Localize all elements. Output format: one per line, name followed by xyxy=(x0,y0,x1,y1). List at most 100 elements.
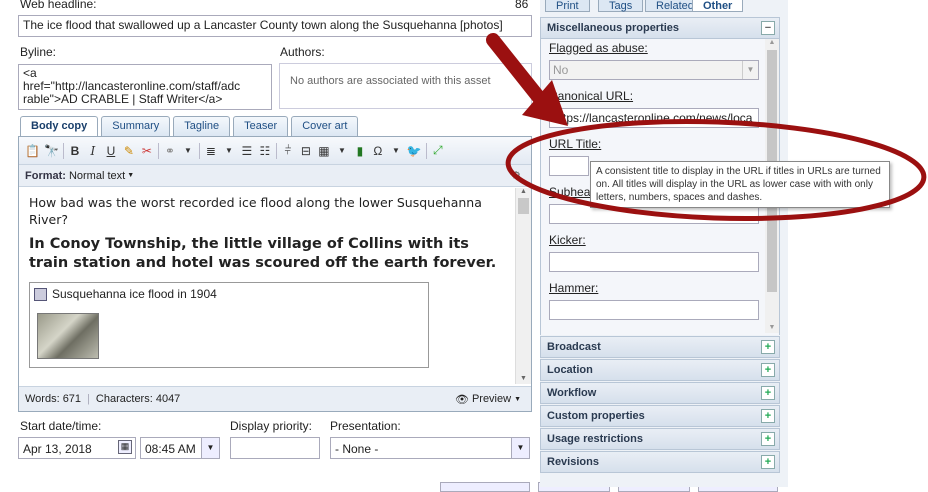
editor-content[interactable]: How bad was the worst recorded ice flood… xyxy=(19,188,515,384)
hammer-input[interactable] xyxy=(549,300,759,320)
body-paragraph: How bad was the worst recorded ice flood… xyxy=(29,195,482,227)
canonical-url-label: Canonical URL: xyxy=(549,89,634,103)
eye-icon: 👁 xyxy=(454,393,469,406)
bullet-list-icon[interactable]: ☷ xyxy=(258,144,272,158)
section-custom-properties[interactable]: Custom properties + xyxy=(540,405,780,427)
scroll-up-icon[interactable]: ▲ xyxy=(516,188,531,195)
format-label: Format: xyxy=(25,169,66,182)
find-icon[interactable]: 🔭 xyxy=(44,144,59,158)
chevron-down-icon[interactable]: ▼ xyxy=(127,172,134,179)
tab-teaser[interactable]: Teaser xyxy=(233,116,289,136)
special-char-icon[interactable]: Ω xyxy=(371,144,385,158)
expand-icon[interactable]: + xyxy=(761,432,775,446)
expand-icon[interactable]: + xyxy=(761,386,775,400)
web-headline-input[interactable]: The ice flood that swallowed up a Lancas… xyxy=(18,15,532,37)
strikethrough-icon[interactable]: ⫩ xyxy=(281,143,295,158)
italic-icon[interactable]: I xyxy=(86,144,100,158)
scroll-thumb[interactable] xyxy=(518,198,529,214)
bold-icon[interactable]: B xyxy=(68,144,82,158)
hammer-label: Hammer: xyxy=(549,281,599,295)
tab-other[interactable]: Other xyxy=(692,0,744,12)
tab-summary[interactable]: Summary xyxy=(101,116,171,136)
paste-icon[interactable]: 📋 xyxy=(25,144,40,158)
editor-toolbar: 📋 🔭 B I U ✎ ✂ ⚭ ▼ ≣ ▼ ☰ ☷ ⫩ ⊟ ▦ ▼ ▮ Ω ▼ … xyxy=(19,137,531,165)
byline-textarea[interactable]: <a href="http://lancasteronline.com/staf… xyxy=(18,64,272,110)
chevron-down-icon[interactable]: ▼ xyxy=(335,146,349,155)
scroll-up-icon[interactable]: ▲ xyxy=(765,39,779,46)
expand-icon[interactable]: + xyxy=(761,409,775,423)
tab-body-copy[interactable]: Body copy xyxy=(20,116,99,136)
spellcheck-icon[interactable]: ✎ xyxy=(122,144,136,158)
scroll-down-icon[interactable]: ▼ xyxy=(765,324,779,331)
embedded-image-asset[interactable]: Susquehanna ice flood in 1904 xyxy=(29,282,429,368)
link-icon[interactable]: ⚭ xyxy=(163,144,177,158)
numbered-list-icon[interactable]: ☰ xyxy=(240,144,254,158)
collapse-icon[interactable]: − xyxy=(761,21,775,35)
section-location[interactable]: Location + xyxy=(540,359,780,381)
media-icon[interactable]: ▮ xyxy=(353,144,367,158)
flagged-abuse-label: Flagged as abuse: xyxy=(549,41,648,55)
presentation-select[interactable]: - None - ▼ xyxy=(330,437,530,459)
section-usage-restrictions[interactable]: Usage restrictions + xyxy=(540,428,780,450)
section-location-label: Location xyxy=(547,364,593,376)
chevron-down-icon[interactable]: ▼ xyxy=(742,61,758,79)
section-broadcast-label: Broadcast xyxy=(547,341,601,353)
expand-icon[interactable]: + xyxy=(761,363,775,377)
maximize-icon[interactable]: ⤢ xyxy=(431,143,445,158)
format-dropdown[interactable]: Normal text xyxy=(69,170,125,182)
section-custom-properties-label: Custom properties xyxy=(547,410,645,422)
format-bar: Format: Normal text ▼ ⚙ xyxy=(19,165,531,187)
calendar-icon[interactable]: ▦ xyxy=(118,440,132,454)
tab-print[interactable]: Print xyxy=(545,0,590,12)
start-time-select[interactable]: 08:45 AM ▼ xyxy=(140,437,220,459)
tab-tagline[interactable]: Tagline xyxy=(173,116,231,136)
expand-icon[interactable]: + xyxy=(761,455,775,469)
preview-label: Preview xyxy=(471,393,512,405)
misc-properties-header[interactable]: Miscellaneous properties − xyxy=(540,17,780,39)
display-priority-label: Display priority: xyxy=(230,419,313,433)
chevron-down-icon[interactable]: ▼ xyxy=(389,146,403,155)
rich-text-editor: 📋 🔭 B I U ✎ ✂ ⚭ ▼ ≣ ▼ ☰ ☷ ⫩ ⊟ ▦ ▼ ▮ Ω ▼ … xyxy=(18,136,532,412)
presentation-value: - None - xyxy=(335,442,379,456)
scroll-down-icon[interactable]: ▼ xyxy=(516,375,531,382)
kicker-input[interactable] xyxy=(549,252,759,272)
expand-icon[interactable]: + xyxy=(761,340,775,354)
authors-label: Authors: xyxy=(280,45,325,59)
flagged-abuse-select[interactable]: No ▼ xyxy=(549,60,759,80)
section-usage-restrictions-label: Usage restrictions xyxy=(547,433,643,445)
authors-empty-text: No authors are associated with this asse… xyxy=(290,75,491,87)
table-icon[interactable]: ▦ xyxy=(317,144,331,158)
toolbar-separator xyxy=(62,142,64,159)
chevron-down-icon[interactable]: ▼ xyxy=(201,438,219,458)
underline-icon[interactable]: U xyxy=(104,144,118,158)
flood-photo-thumbnail xyxy=(37,313,99,359)
align-icon[interactable]: ≣ xyxy=(204,144,218,158)
chevron-down-icon[interactable]: ▼ xyxy=(511,438,529,458)
canonical-url-input[interactable]: https://lancasteronline.com/news/loca xyxy=(549,108,759,128)
misc-properties-title: Miscellaneous properties xyxy=(547,22,680,34)
body-heading: In Conoy Township, the little village of… xyxy=(29,236,497,271)
chevron-down-icon[interactable]: ▼ xyxy=(222,146,236,155)
url-title-input[interactable] xyxy=(549,156,589,176)
display-priority-input[interactable] xyxy=(230,437,320,459)
headline-char-count: 86 xyxy=(515,0,529,11)
presentation-label: Presentation: xyxy=(330,419,401,433)
url-title-tooltip: A consistent title to display in the URL… xyxy=(590,161,890,208)
editor-scrollbar[interactable]: ▲ ▼ xyxy=(515,188,531,384)
action-button[interactable] xyxy=(440,482,530,492)
tab-cover-art[interactable]: Cover art xyxy=(291,116,359,136)
authors-box[interactable]: No authors are associated with this asse… xyxy=(279,63,532,109)
chevron-down-icon[interactable]: ▼ xyxy=(181,146,195,155)
section-workflow[interactable]: Workflow + xyxy=(540,382,780,404)
settings-icon[interactable]: ⚙ xyxy=(511,169,521,182)
page-break-icon[interactable]: ⊟ xyxy=(299,144,313,158)
byline-label: Byline: xyxy=(20,45,57,59)
section-broadcast[interactable]: Broadcast + xyxy=(540,336,780,358)
tab-tags[interactable]: Tags xyxy=(598,0,644,12)
twitter-icon[interactable]: 🐦 xyxy=(407,144,422,158)
cut-icon[interactable]: ✂ xyxy=(140,144,154,158)
toolbar-separator xyxy=(198,142,200,159)
section-revisions[interactable]: Revisions + xyxy=(540,451,780,473)
editor-tabs: Body copy Summary Tagline Teaser Cover a… xyxy=(20,116,359,136)
preview-button[interactable]: 👁 Preview ▼ xyxy=(455,393,521,406)
